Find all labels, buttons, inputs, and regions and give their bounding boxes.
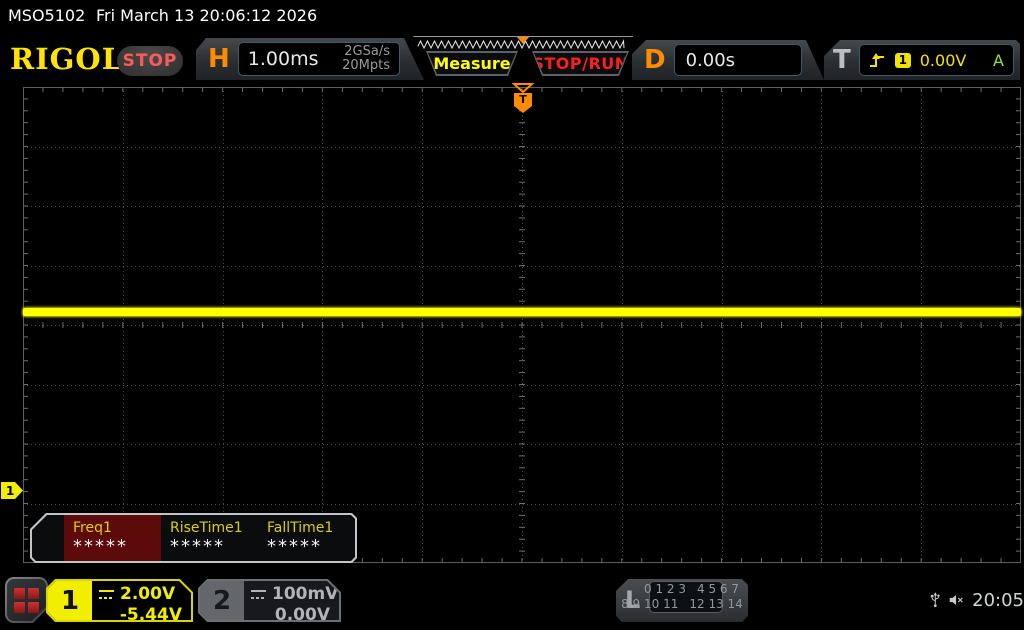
run-state-indicator: STOP (117, 46, 183, 76)
logic-row2-right: 12 13 14 15 (689, 597, 762, 611)
channel2-widget[interactable]: 2 100mV 0.00V (198, 579, 341, 622)
status-bar: MSO5102 Fri March 13 20:06:12 2026 (0, 0, 1024, 30)
channel1-offset: -5.44V (119, 605, 182, 620)
logic-row2-left: 8 9 10 11 (621, 597, 679, 611)
timebase-value: 1.00ms (247, 48, 319, 70)
model-name: MSO5102 (8, 6, 86, 25)
logic-channel-numbers: 0 1 2 34 5 6 7 8 9 10 11 12 13 14 15 (649, 581, 723, 613)
system-tray: 20:05 (930, 585, 1024, 615)
trigger-value-box[interactable]: 1 0.00V A (859, 44, 1014, 76)
graticule-grid (23, 87, 1021, 563)
measure-button-label: Measure (428, 53, 516, 74)
trigger-position-label: T (514, 93, 532, 106)
delay-value-box[interactable]: 0.00s (674, 44, 802, 76)
clock: 20:05 (972, 589, 1024, 611)
acquisition-info: 2GSa/s 20Mpts (342, 45, 390, 73)
measurement-item-risetime1[interactable]: RiseTime1 ***** (161, 515, 258, 561)
channel1-widget[interactable]: 1 2.00V -5.44V (46, 579, 193, 622)
measurement-label: RiseTime1 (170, 520, 243, 536)
rising-edge-trigger-icon (869, 53, 886, 68)
usb-icon (930, 592, 940, 608)
delay-label: D (644, 45, 666, 75)
memory-depth: 20Mpts (342, 58, 390, 73)
channel1-position-marker[interactable]: 1 (1, 482, 23, 499)
channel1-trace (23, 308, 1021, 316)
measurement-value: ***** (170, 536, 225, 557)
datetime: Fri March 13 20:06:12 2026 (96, 6, 318, 25)
measurement-item-freq1[interactable]: Freq1 ***** (64, 515, 161, 561)
menu-button[interactable] (5, 577, 48, 623)
trigger-position-point (514, 106, 532, 113)
measurement-panel[interactable]: Freq1 ***** RiseTime1 ***** FallTime1 **… (30, 513, 357, 563)
measurement-item-falltime1[interactable]: FallTime1 ***** (258, 515, 355, 561)
channel1-scale: 2.00V (120, 584, 176, 604)
logic-row1-right: 4 5 6 7 (697, 582, 739, 596)
sample-rate: 2GSa/s (344, 44, 390, 59)
measurement-label: Freq1 (73, 520, 112, 536)
logic-row1-left: 0 1 2 3 (644, 582, 686, 596)
horizontal-label: H (208, 44, 230, 74)
delay-value: 0.00s (685, 49, 736, 71)
trigger-label: T (833, 45, 851, 75)
trigger-settings[interactable]: T 1 0.00V A (824, 40, 1020, 80)
channel2-number: 2 (200, 581, 244, 620)
trigger-position-marker[interactable]: T (512, 83, 534, 113)
stop-run-button-label: STOP/RUN (532, 54, 629, 73)
menu-grid-icon (14, 588, 39, 613)
stop-run-button[interactable]: STOP/RUN (532, 51, 629, 76)
channel1-number: 1 (48, 581, 92, 620)
measure-button[interactable]: Measure (426, 51, 518, 76)
preview-position-icon (517, 37, 529, 44)
graticule: T 1 (1, 83, 1021, 563)
dc-coupling-icon (99, 590, 114, 599)
trigger-position-arrow-icon (512, 83, 534, 93)
channel2-scale: 100mV (272, 584, 339, 604)
measurement-label: FallTime1 (267, 520, 334, 536)
dc-coupling-icon (251, 590, 266, 599)
oscilloscope-screen: MSO5102 Fri March 13 20:06:12 2026 RIGOL… (0, 0, 1024, 630)
rigol-logo: RIGOL (10, 42, 124, 76)
trigger-source-badge: 1 (895, 53, 911, 68)
logic-channels-widget[interactable]: L 0 1 2 34 5 6 7 8 9 10 11 12 13 14 15 (616, 579, 748, 622)
delay-settings[interactable]: D 0.00s (632, 40, 824, 80)
measurement-value: ***** (267, 536, 322, 557)
channel2-offset: 0.00V (274, 605, 330, 620)
measurement-value: ***** (73, 536, 128, 557)
speaker-muted-icon[interactable] (949, 592, 965, 608)
trigger-mode-indicator: A (993, 50, 1004, 70)
waveform-preview-strip[interactable] (413, 36, 633, 51)
trigger-level-value: 0.00V (919, 50, 967, 70)
horizontal-settings[interactable]: H 1.00ms 2GSa/s 20Mpts (196, 38, 424, 80)
timebase-box[interactable]: 1.00ms 2GSa/s 20Mpts (238, 42, 400, 76)
